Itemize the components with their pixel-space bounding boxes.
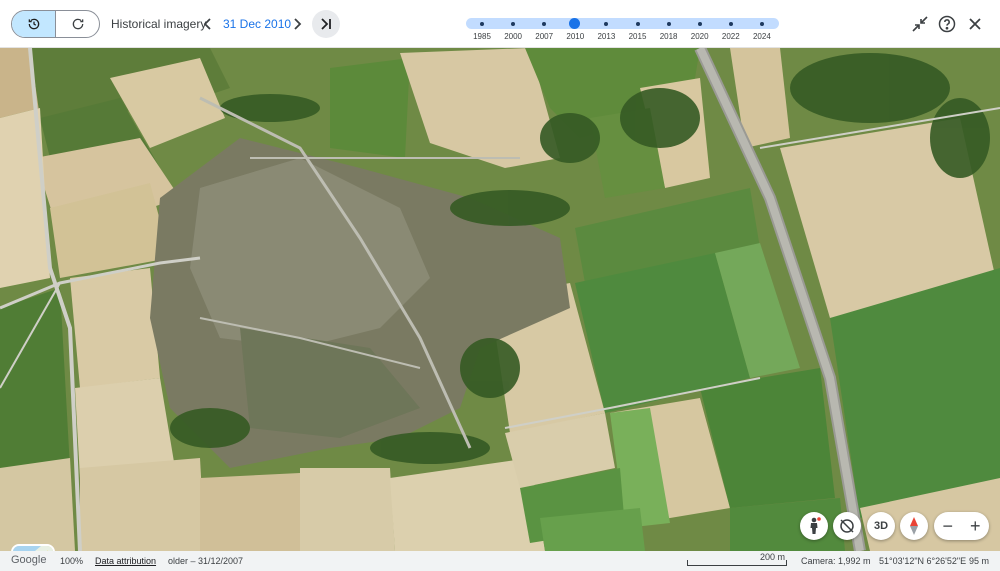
zoom-out-button[interactable]: − — [934, 512, 962, 540]
status-bar: Google 100% Data attribution older – 31/… — [0, 551, 1000, 571]
camera-altitude: Camera: 1,992 m — [801, 556, 871, 566]
timeline-dot — [569, 18, 581, 29]
timeline-year-label: 2015 — [628, 32, 647, 41]
chevron-left-icon — [203, 18, 211, 30]
timeline-year-label: 2013 — [597, 32, 616, 41]
compass-icon — [910, 517, 918, 535]
timeline-dot — [728, 22, 733, 26]
timeline-year-1985[interactable]: 1985 — [466, 16, 498, 44]
timeline-year-2010[interactable]: 2010 — [559, 16, 591, 44]
help-button[interactable] — [937, 14, 957, 34]
next-date-button[interactable] — [288, 14, 306, 34]
timeline-year-label: 1985 — [473, 32, 491, 41]
historical-imagery-label: Historical imagery — [111, 17, 207, 31]
timeline-year-label: 2000 — [504, 32, 522, 41]
timeline-year-label: 2010 — [566, 32, 585, 41]
previous-date-button[interactable] — [199, 14, 217, 34]
exit-historical-imagery-button[interactable] — [910, 14, 930, 34]
zoom-in-button[interactable]: + — [962, 512, 990, 540]
timeline-year-label: 2007 — [535, 32, 554, 41]
timeline-dot — [542, 22, 547, 26]
elevation: 95 m — [969, 556, 990, 566]
timeline-dot — [511, 22, 516, 26]
timeline-dot — [635, 22, 640, 26]
history-mode-button[interactable] — [12, 11, 56, 37]
imagery-date[interactable]: 31 Dec 2010 — [223, 17, 291, 31]
timeline-dot — [697, 22, 702, 26]
timeline-dot — [666, 22, 671, 26]
timeline-dot — [604, 22, 609, 26]
map-layer-thumbnail[interactable] — [11, 544, 55, 551]
timeline-dot — [759, 22, 764, 26]
help-icon — [938, 15, 956, 33]
timeline-year-2020[interactable]: 2020 — [684, 16, 716, 44]
close-button[interactable] — [965, 14, 985, 34]
timeline-year-2000[interactable]: 2000 — [497, 16, 529, 44]
3d-toggle-button[interactable]: 3D — [867, 512, 895, 540]
coordinates: 51°03'12"N 6°26'52"E — [879, 556, 967, 566]
imagery-date-note: older – 31/12/2007 — [168, 556, 244, 566]
timeline-year-label: 2022 — [721, 32, 740, 41]
timeline-dot — [480, 22, 484, 26]
tilt-toggle-button[interactable] — [833, 512, 861, 540]
data-attribution-link[interactable]: Data attribution — [95, 556, 156, 566]
3d-label: 3D — [873, 520, 889, 532]
skip-to-latest-button[interactable] — [312, 10, 340, 38]
scale-label: 200 m — [760, 552, 786, 562]
satellite-imagery[interactable] — [0, 48, 1000, 551]
google-logo: Google — [11, 554, 47, 566]
satellite-map-view[interactable] — [0, 48, 1000, 551]
refresh-icon — [72, 18, 83, 30]
timeline-year-2024[interactable]: 2024 — [746, 16, 778, 44]
timeline-year-label: 2024 — [752, 32, 771, 41]
timeline-year-2007[interactable]: 2007 — [528, 16, 560, 44]
minimize-icon — [912, 16, 928, 32]
compass-button[interactable] — [900, 512, 928, 540]
close-icon — [969, 18, 981, 30]
zoom-percentage: 100% — [60, 556, 84, 566]
timeline-year-2022[interactable]: 2022 — [715, 16, 747, 44]
refresh-mode-button[interactable] — [56, 11, 99, 37]
year-timeline: 1985 2000 2007 2010 2013 2015 2018 2020 2022 2024 — [466, 16, 779, 44]
timeline-year-label: 2018 — [659, 32, 678, 41]
street-view-pegman-button[interactable] — [800, 512, 828, 540]
timeline-year-2018[interactable]: 2018 — [653, 16, 685, 44]
map-thumbnail-image — [13, 546, 53, 551]
historical-imagery-toolbar: Historical imagery 31 Dec 2010 1985 2000 2… — [0, 0, 1000, 48]
mode-toggle — [11, 10, 100, 38]
timeline-year-2015[interactable]: 2015 — [622, 16, 654, 44]
pegman-icon — [810, 517, 821, 534]
zoom-controls: − + — [934, 512, 989, 540]
timeline-year-2013[interactable]: 2013 — [590, 16, 622, 44]
rotate-off-icon — [840, 519, 854, 533]
timeline-year-label: 2020 — [690, 32, 709, 41]
chevron-right-icon — [294, 18, 302, 30]
skip-to-latest-icon — [321, 18, 331, 30]
history-icon — [28, 18, 39, 30]
